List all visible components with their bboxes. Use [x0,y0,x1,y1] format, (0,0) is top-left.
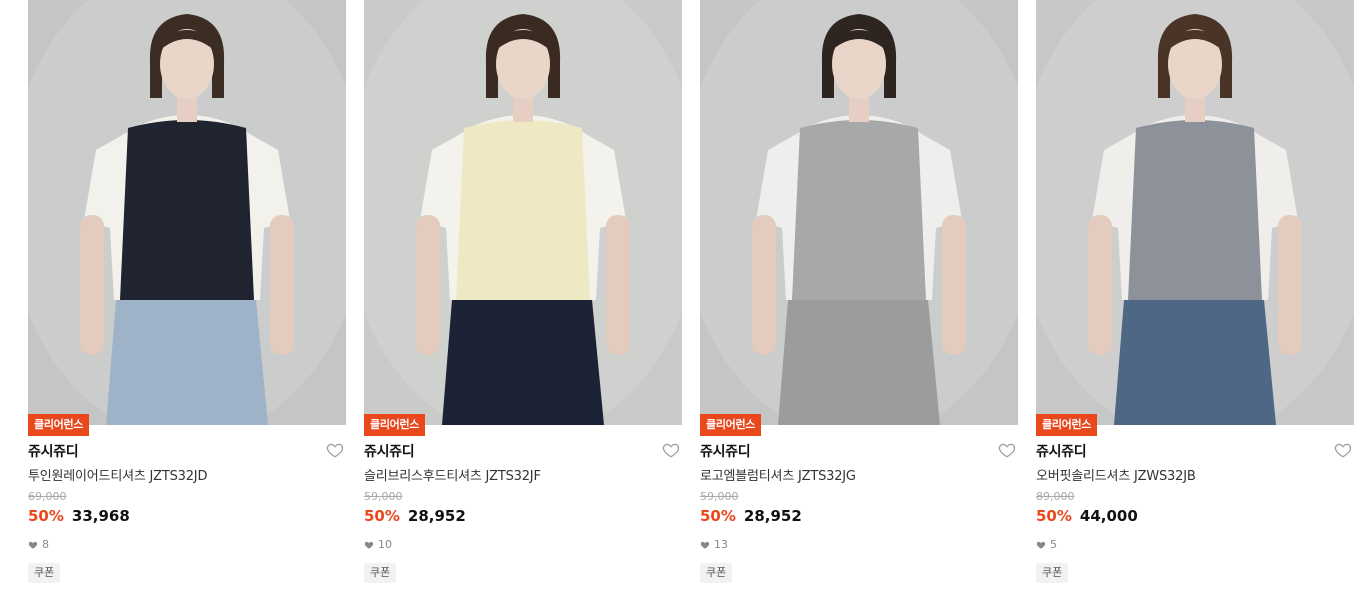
product-grid: 클리어런스 쥬시쥬디 투인원레이어드티셔츠 JZTS32JD 69,000 50… [0,0,1361,595]
original-price: 59,000 [700,490,739,503]
model-top [1128,120,1262,300]
clearance-badge: 클리어런스 [700,414,762,436]
like-count-value: 10 [378,538,392,551]
model-photo [1036,0,1354,425]
model-photo [364,0,682,425]
discount-rate: 50% [364,507,400,525]
original-price: 89,000 [1036,490,1075,503]
model-bottoms [778,300,940,425]
sale-price: 33,968 [71,507,130,525]
like-count: 5 [1036,538,1057,551]
model-left-arm [1088,215,1112,355]
original-price: 69,000 [28,490,67,503]
product-image[interactable] [700,0,1018,425]
heart-filled-icon [700,541,710,549]
like-count: 13 [700,538,728,551]
coupon-tag: 쿠폰 [1036,563,1069,583]
wishlist-heart-icon[interactable] [1334,441,1352,459]
model-top [120,120,254,300]
model-bottoms [1114,300,1276,425]
clearance-badge: 클리어런스 [28,414,90,436]
product-brand[interactable]: 쥬시쥬디 [700,441,751,461]
like-count: 8 [28,538,49,551]
model-right-arm [270,215,294,355]
model-bottoms [442,300,604,425]
price-row: 50% 44,000 [1036,507,1138,525]
like-count: 10 [364,538,392,551]
model-top [456,120,590,300]
discount-rate: 50% [28,507,64,525]
coupon-tag: 쿠폰 [364,563,397,583]
sale-price: 28,952 [743,507,802,525]
model-right-arm [606,215,630,355]
price-row: 50% 28,952 [364,507,466,525]
like-count-value: 5 [1050,538,1057,551]
model-photo [28,0,346,425]
coupon-tag: 쿠폰 [700,563,733,583]
wishlist-heart-icon[interactable] [662,441,680,459]
wishlist-heart-icon[interactable] [326,441,344,459]
heart-filled-icon [1036,541,1046,549]
model-top [792,120,926,300]
model-left-arm [80,215,104,355]
discount-rate: 50% [700,507,736,525]
model-left-arm [752,215,776,355]
product-image[interactable] [28,0,346,425]
product-name[interactable]: 오버핏솔리드셔츠 JZWS32JB [1036,465,1196,484]
product-name[interactable]: 로고엠블럼티셔츠 JZTS32JG [700,465,856,484]
product-brand[interactable]: 쥬시쥬디 [28,441,79,461]
product-card[interactable]: 클리어런스 쥬시쥬디 투인원레이어드티셔츠 JZTS32JD 69,000 50… [28,0,346,595]
product-brand[interactable]: 쥬시쥬디 [364,441,415,461]
product-card[interactable]: 클리어런스 쥬시쥬디 슬리브리스후드티셔츠 JZTS32JF 59,000 50… [364,0,682,595]
heart-filled-icon [28,541,38,549]
price-row: 50% 33,968 [28,507,130,525]
coupon-tag: 쿠폰 [28,563,61,583]
sale-price: 28,952 [407,507,466,525]
like-count-value: 8 [42,538,49,551]
model-left-arm [416,215,440,355]
model-right-arm [942,215,966,355]
model-photo [700,0,1018,425]
discount-rate: 50% [1036,507,1072,525]
clearance-badge: 클리어런스 [364,414,426,436]
product-card[interactable]: 클리어런스 쥬시쥬디 오버핏솔리드셔츠 JZWS32JB 89,000 50% … [1036,0,1354,595]
original-price: 59,000 [364,490,403,503]
like-count-value: 13 [714,538,728,551]
product-image[interactable] [1036,0,1354,425]
price-row: 50% 28,952 [700,507,802,525]
model-right-arm [1278,215,1302,355]
sale-price: 44,000 [1079,507,1138,525]
product-image[interactable] [364,0,682,425]
product-brand[interactable]: 쥬시쥬디 [1036,441,1087,461]
wishlist-heart-icon[interactable] [998,441,1016,459]
product-card[interactable]: 클리어런스 쥬시쥬디 로고엠블럼티셔츠 JZTS32JG 59,000 50% … [700,0,1018,595]
clearance-badge: 클리어런스 [1036,414,1098,436]
heart-filled-icon [364,541,374,549]
product-name[interactable]: 투인원레이어드티셔츠 JZTS32JD [28,465,207,484]
product-name[interactable]: 슬리브리스후드티셔츠 JZTS32JF [364,465,541,484]
model-bottoms [106,300,268,425]
